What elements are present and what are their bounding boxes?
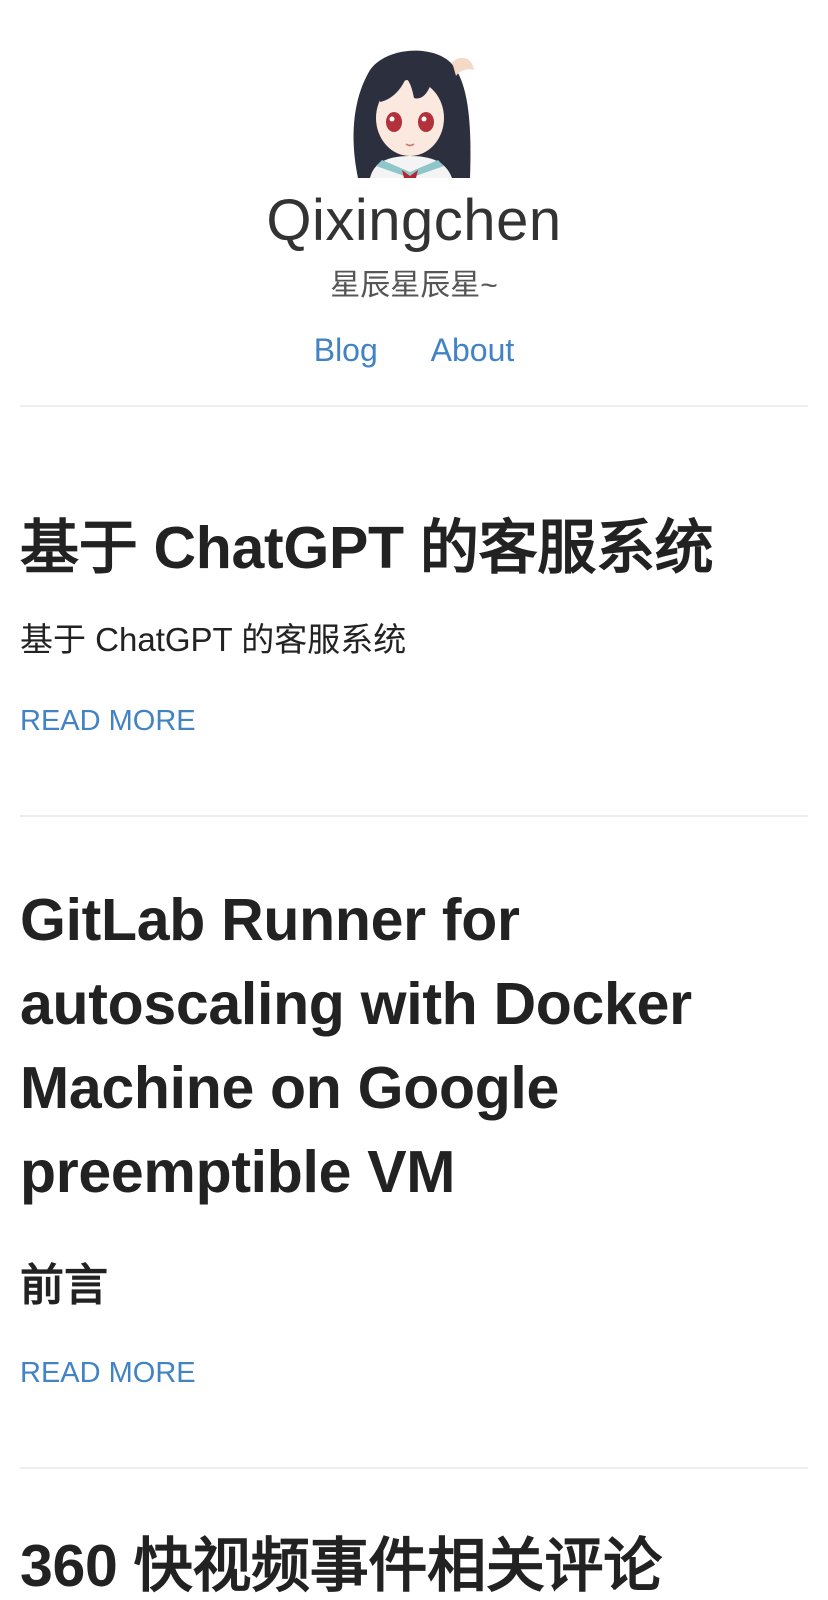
post-divider (20, 815, 808, 817)
avatar[interactable] (340, 40, 476, 178)
read-more-link[interactable]: READ MORE (20, 702, 196, 740)
main-nav: Blog About (0, 330, 828, 370)
post-title[interactable]: 基于 ChatGPT 的客服系统 (20, 506, 800, 590)
post-divider (20, 1467, 808, 1469)
post-title[interactable]: GitLab Runner for autoscaling with Docke… (20, 878, 740, 1214)
header-divider (20, 405, 808, 407)
post-excerpt: 基于 ChatGPT 的客服系统 (20, 621, 407, 658)
read-more-link[interactable]: READ MORE (20, 1354, 196, 1392)
nav-blog-link[interactable]: Blog (314, 330, 378, 370)
site-title[interactable]: Qixingchen (0, 186, 828, 256)
nav-about-link[interactable]: About (431, 330, 515, 370)
avatar-image (340, 40, 476, 178)
post-title[interactable]: 360 快视频事件相关评论 (20, 1524, 800, 1600)
post-excerpt-heading: 前言 (20, 1261, 108, 1310)
site-subtitle: 星辰星辰星~ (330, 269, 498, 302)
